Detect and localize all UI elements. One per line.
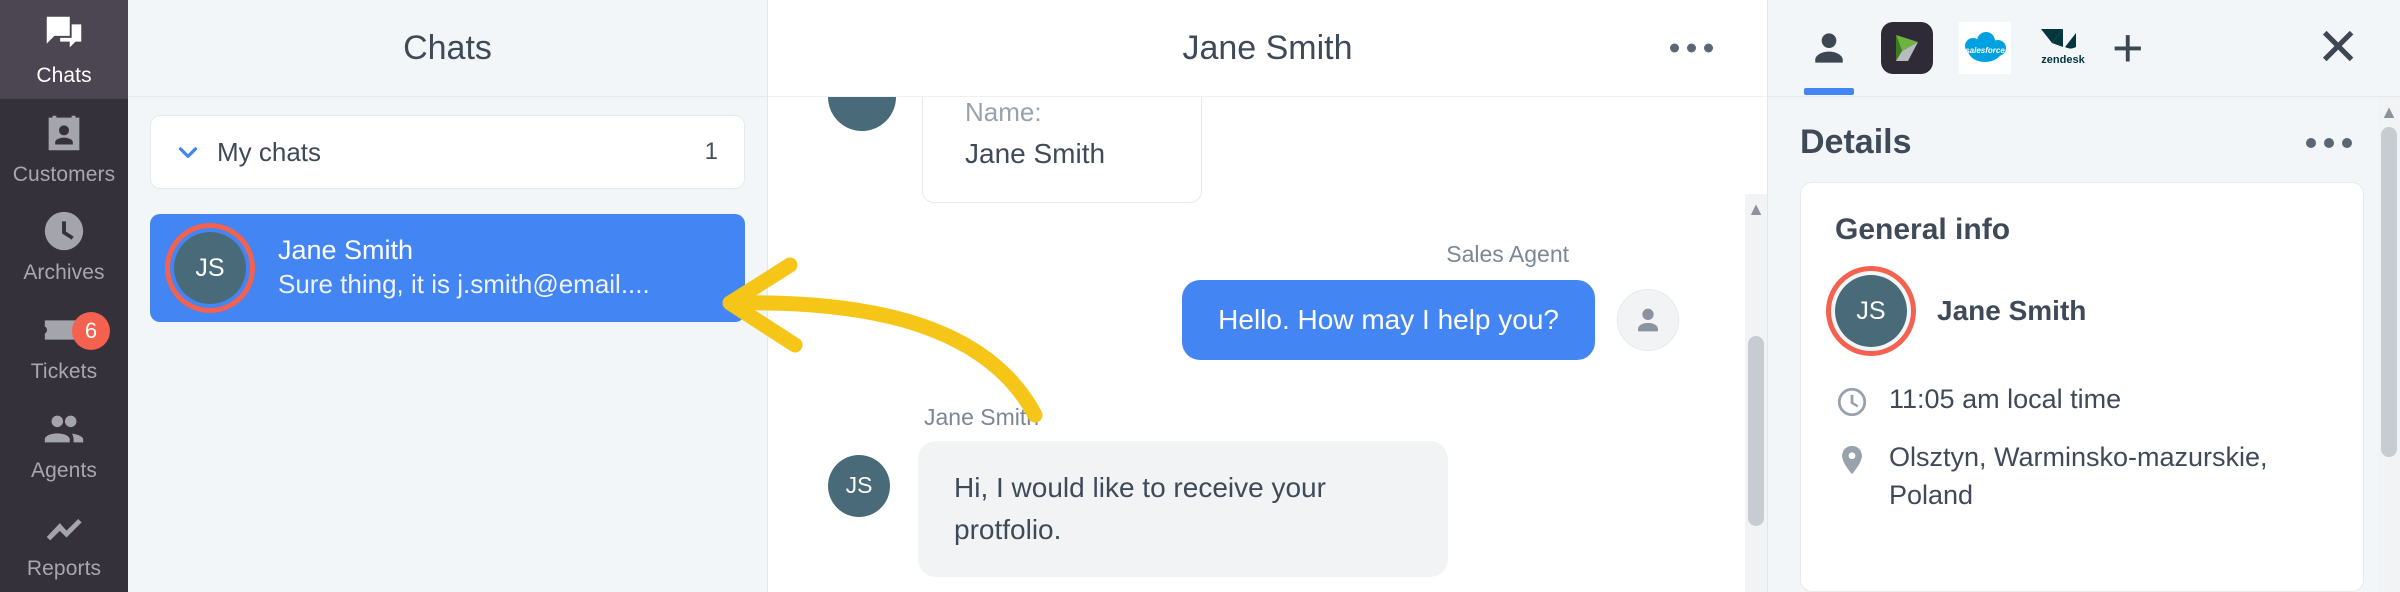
details-scrollbar[interactable]: ▲ — [2378, 97, 2400, 592]
nav-label-chats: Chats — [36, 63, 92, 87]
info-card-value: Jane Smith — [965, 138, 1106, 170]
conversation-messages: Name: Jane Smith Sales Agent Hello. How … — [768, 97, 1767, 592]
general-info-time-row: 11:05 am local time — [1835, 381, 2329, 419]
general-info-person: JS Jane Smith — [1835, 275, 2329, 347]
chat-list-item-preview: Sure thing, it is j.smith@email.... — [278, 268, 650, 299]
chat-group-count: 1 — [704, 138, 718, 165]
details-title: Details — [1800, 123, 1912, 161]
add-app-icon[interactable]: + — [2112, 21, 2144, 75]
chat-list-body: My chats 1 JS Jane Smith Sure thing, it … — [128, 97, 767, 592]
chat-list-panel: Chats My chats 1 JS Jane Smith Sure thin… — [128, 0, 768, 592]
nav-label-archives: Archives — [23, 261, 105, 285]
clock-icon — [1835, 385, 1869, 419]
scrollbar-thumb[interactable] — [2381, 127, 2397, 457]
nav-item-agents[interactable]: Agents — [0, 395, 128, 494]
avatar: JS — [828, 454, 890, 517]
chat-list-header: Chats — [128, 0, 767, 97]
customer-profile-tab[interactable] — [1800, 19, 1858, 95]
livechat-logo-icon — [1881, 22, 1933, 74]
chat-list-title: Chats — [403, 28, 492, 67]
avatar: JS — [1835, 275, 1907, 347]
nav-item-chats[interactable]: Chats — [0, 0, 128, 99]
conversation-scrollbar[interactable]: ▲ — [1745, 194, 1767, 592]
info-card-key: Name: — [965, 97, 1042, 127]
chat-list-item-text: Jane Smith Sure thing, it is j.smith@ema… — [278, 234, 650, 302]
conversation-title: Jane Smith — [1182, 28, 1353, 67]
nav-item-archives[interactable]: Archives — [0, 197, 128, 296]
message-customer: Jane Smith JS Hi, I would like to receiv… — [768, 404, 1745, 577]
general-info-heading: General info — [1835, 213, 2011, 246]
avatar-initials: JS — [195, 253, 225, 282]
general-info-card: General info JS Jane Smith 11:05 am loca… — [1800, 182, 2364, 592]
chat-group-label: My chats — [217, 136, 322, 167]
details-more-icon[interactable] — [2306, 137, 2352, 148]
message-bubble: Hello. How may I help you? — [1182, 279, 1595, 360]
livechat-app-tab[interactable] — [1878, 19, 1936, 77]
svg-text:zendesk: zendesk — [2041, 54, 2085, 66]
avatar-initials: JS — [1856, 296, 1886, 325]
customers-icon — [41, 110, 87, 156]
message-line: Hello. How may I help you? — [1182, 279, 1679, 360]
scrollbar-thumb[interactable] — [1748, 336, 1764, 526]
nav-item-tickets[interactable]: 6 Tickets — [0, 296, 128, 395]
nav-item-reports[interactable]: Reports — [0, 493, 128, 592]
svg-text:salesforce: salesforce — [1965, 46, 2005, 55]
message-author: Sales Agent — [1446, 240, 1569, 267]
message-agent: Sales Agent Hello. How may I help you? — [768, 241, 1745, 360]
salesforce-logo-icon: salesforce — [1959, 22, 2011, 74]
nav-label-reports: Reports — [26, 557, 102, 581]
local-time-value: 11:05 am local time — [1889, 384, 2122, 414]
location-pin-icon — [1835, 443, 1869, 477]
avatar — [828, 97, 896, 131]
details-panel: salesforce zendesk + ✕ Details General i… — [1768, 0, 2400, 592]
salesforce-app-tab[interactable]: salesforce — [1956, 19, 2014, 77]
chat-list-item-jane-smith[interactable]: JS Jane Smith Sure thing, it is j.smith@… — [150, 214, 745, 322]
close-icon[interactable]: ✕ — [2316, 22, 2360, 74]
main-nav-rail: Chats Customers Archives 6 Tickets Agent… — [0, 0, 128, 592]
messages-scroll-area: Name: Jane Smith Sales Agent Hello. How … — [768, 97, 1745, 592]
system-info-card-row: Name: Jane Smith — [768, 97, 1745, 203]
location-value: Olsztyn, Warminsko-mazurskie, Poland — [1889, 442, 2268, 510]
agents-icon — [41, 406, 87, 452]
general-info-location-row: Olsztyn, Warminsko-mazurskie, Poland — [1835, 439, 2329, 515]
chats-icon — [41, 11, 87, 57]
scroll-up-icon[interactable]: ▲ — [2380, 97, 2398, 121]
nav-label-customers: Customers — [12, 162, 116, 186]
details-title-row: Details — [1768, 97, 2400, 182]
info-card: Name: Jane Smith — [922, 97, 1202, 203]
zendesk-app-tab[interactable]: zendesk — [2034, 19, 2092, 77]
chevron-down-icon — [173, 137, 203, 167]
chat-group-my-chats[interactable]: My chats 1 — [150, 115, 745, 189]
scroll-up-icon[interactable]: ▲ — [1747, 194, 1765, 218]
archives-icon — [41, 208, 87, 254]
message-line: JS Hi, I would like to receive your prot… — [828, 440, 1745, 577]
agent-avatar-icon — [1617, 288, 1679, 351]
app-root: Chats Customers Archives 6 Tickets Agent… — [0, 0, 2400, 592]
avatar-initials: JS — [845, 472, 873, 499]
message-author: Jane Smith — [924, 403, 1040, 430]
nav-item-customers[interactable]: Customers — [0, 99, 128, 198]
conversation-more-icon[interactable] — [1662, 36, 1721, 61]
customer-name: Jane Smith — [1937, 295, 2087, 326]
details-tabs: salesforce zendesk + ✕ — [1768, 0, 2400, 97]
chat-list-item-name: Jane Smith — [278, 235, 414, 266]
conversation-header: Jane Smith — [768, 0, 1767, 97]
message-bubble: Hi, I would like to receive your protfol… — [918, 440, 1448, 577]
reports-icon — [41, 504, 87, 550]
nav-label-tickets: Tickets — [30, 359, 98, 383]
avatar: JS — [174, 232, 246, 304]
conversation-panel: Jane Smith Name: Jane Smith Sales Agent … — [768, 0, 1768, 592]
nav-label-agents: Agents — [31, 458, 97, 482]
tickets-badge: 6 — [72, 312, 110, 351]
